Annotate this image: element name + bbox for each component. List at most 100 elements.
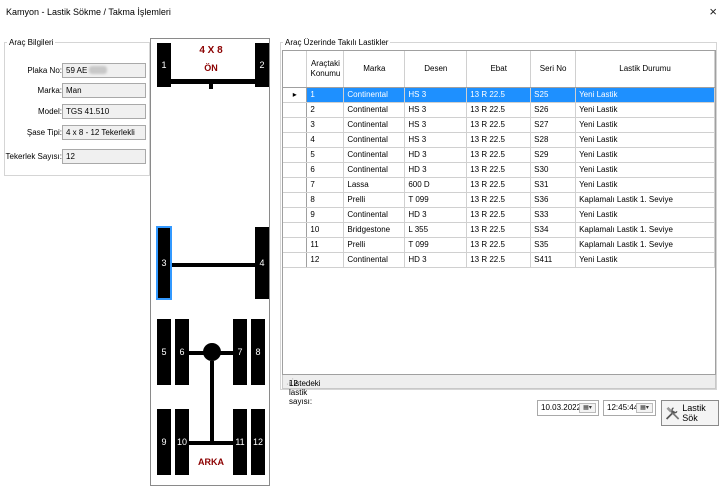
tire-5[interactable]: 5 — [157, 319, 171, 385]
table-cell[interactable]: 11 — [306, 237, 345, 253]
row-header[interactable] — [283, 252, 308, 268]
table-cell[interactable]: Yeni Lastik — [575, 162, 715, 178]
table-cell[interactable]: 2 — [306, 102, 345, 118]
table-cell[interactable]: Continental — [343, 252, 406, 268]
table-cell[interactable]: Yeni Lastik — [575, 252, 715, 268]
table-cell[interactable]: 1 — [306, 87, 345, 103]
table-cell[interactable]: Continental — [343, 132, 406, 148]
table-cell[interactable]: Continental — [343, 87, 406, 103]
info-value-field[interactable]: TGS 41.510 — [62, 104, 146, 119]
table-cell[interactable]: Continental — [343, 117, 406, 133]
table-cell[interactable]: 13 R 22.5 — [466, 132, 532, 148]
time-picker[interactable]: 12:45:44 ▦▾ — [603, 400, 656, 416]
column-header[interactable]: Marka — [343, 51, 406, 88]
row-header[interactable] — [283, 222, 308, 238]
table-cell[interactable]: S34 — [530, 222, 577, 238]
row-header[interactable] — [283, 192, 308, 208]
row-header[interactable] — [283, 132, 308, 148]
table-cell[interactable]: HD 3 — [404, 162, 468, 178]
table-cell[interactable]: S29 — [530, 147, 577, 163]
table-cell[interactable]: Prelli — [343, 192, 406, 208]
table-cell[interactable]: HS 3 — [404, 87, 468, 103]
info-value-field[interactable]: 59 AE — [62, 63, 146, 78]
row-header[interactable] — [283, 237, 308, 253]
table-cell[interactable]: Yeni Lastik — [575, 177, 715, 193]
column-header[interactable]: Ebat — [466, 51, 532, 88]
table-cell[interactable]: HD 3 — [404, 207, 468, 223]
table-row[interactable]: 5 Continental HD 3 13 R 22.5 S29 Yeni Lastik — [283, 147, 715, 163]
table-cell[interactable]: 13 R 22.5 — [466, 162, 532, 178]
info-value-field[interactable]: 12 — [62, 149, 146, 164]
table-cell[interactable]: 8 — [306, 192, 345, 208]
table-cell[interactable]: 13 R 22.5 — [466, 117, 532, 133]
table-row[interactable]: 9 Continental HD 3 13 R 22.5 S33 Yeni Lastik — [283, 207, 715, 223]
table-cell[interactable]: S30 — [530, 162, 577, 178]
table-cell[interactable]: 13 R 22.5 — [466, 222, 532, 238]
table-cell[interactable]: T 099 — [404, 192, 468, 208]
table-cell[interactable]: 3 — [306, 117, 345, 133]
table-cell[interactable]: 13 R 22.5 — [466, 177, 532, 193]
resize-grip-icon[interactable]: ⋰ — [286, 377, 713, 388]
tire-2[interactable]: 2 — [255, 43, 269, 87]
info-value-field[interactable]: 4 x 8 - 12 Tekerlekli — [62, 125, 146, 140]
table-cell[interactable]: Prelli — [343, 237, 406, 253]
tire-8[interactable]: 8 — [251, 319, 265, 385]
table-cell[interactable]: 12 — [306, 252, 345, 268]
row-header[interactable] — [283, 162, 308, 178]
table-row[interactable]: 8 Prelli T 099 13 R 22.5 S36 Kaplamalı Lastik… — [283, 192, 715, 208]
table-cell[interactable]: 13 R 22.5 — [466, 87, 532, 103]
table-cell[interactable]: S27 — [530, 117, 577, 133]
tire-4[interactable]: 4 — [255, 227, 269, 299]
table-cell[interactable]: Yeni Lastik — [575, 102, 715, 118]
table-cell[interactable]: S411 — [530, 252, 577, 268]
column-header[interactable]: Desen — [404, 51, 468, 88]
table-row[interactable]: 4 Continental HS 3 13 R 22.5 S28 Yeni Lastik — [283, 132, 715, 148]
table-cell[interactable]: S36 — [530, 192, 577, 208]
tire-7[interactable]: 7 — [233, 319, 247, 385]
table-row[interactable]: 12 Continental HD 3 13 R 22.5 S411 Yeni Lasti… — [283, 252, 715, 268]
table-cell[interactable]: S28 — [530, 132, 577, 148]
column-header[interactable]: Lastik Durumu — [575, 51, 715, 88]
table-cell[interactable]: 4 — [306, 132, 345, 148]
table-cell[interactable]: 13 R 22.5 — [466, 237, 532, 253]
table-cell[interactable]: Yeni Lastik — [575, 117, 715, 133]
table-cell[interactable]: L 355 — [404, 222, 468, 238]
table-row[interactable]: 10 Bridgestone L 355 13 R 22.5 S34 Kaplamalı … — [283, 222, 715, 238]
table-cell[interactable]: 13 R 22.5 — [466, 192, 532, 208]
table-cell[interactable]: T 099 — [404, 237, 468, 253]
table-cell[interactable]: Continental — [343, 147, 406, 163]
table-cell[interactable]: Continental — [343, 102, 406, 118]
calendar-dropdown-icon[interactable]: ▦▾ — [579, 403, 596, 413]
table-cell[interactable]: 13 R 22.5 — [466, 102, 532, 118]
column-header[interactable]: Araçtaki Konumu — [306, 51, 345, 88]
table-row[interactable]: 6 Continental HD 3 13 R 22.5 S30 Yeni Lastik — [283, 162, 715, 178]
table-cell[interactable]: S31 — [530, 177, 577, 193]
table-cell[interactable]: 7 — [306, 177, 345, 193]
table-cell[interactable]: HS 3 — [404, 102, 468, 118]
table-cell[interactable]: HD 3 — [404, 147, 468, 163]
tire-6[interactable]: 6 — [175, 319, 189, 385]
table-row[interactable]: ▸ 1 Continental HS 3 13 R 22.5 S25 Yeni Lastik — [283, 87, 715, 103]
table-cell[interactable]: HD 3 — [404, 252, 468, 268]
table-row[interactable]: 7 Lassa 600 D 13 R 22.5 S31 Yeni Lastik — [283, 177, 715, 193]
row-header[interactable] — [283, 117, 308, 133]
table-cell[interactable]: Kaplamalı Lastik 1. Seviye — [575, 222, 715, 238]
time-dropdown-icon[interactable]: ▦▾ — [636, 403, 653, 413]
table-cell[interactable]: Yeni Lastik — [575, 87, 715, 103]
table-cell[interactable]: 13 R 22.5 — [466, 207, 532, 223]
table-cell[interactable]: Yeni Lastik — [575, 207, 715, 223]
table-cell[interactable]: S35 — [530, 237, 577, 253]
table-row[interactable]: 11 Prelli T 099 13 R 22.5 S35 Kaplamalı Lasti… — [283, 237, 715, 253]
tire-1[interactable]: 1 — [157, 43, 171, 87]
table-cell[interactable]: Yeni Lastik — [575, 147, 715, 163]
table-cell[interactable]: Bridgestone — [343, 222, 406, 238]
table-cell[interactable]: Kaplamalı Lastik 1. Seviye — [575, 237, 715, 253]
table-cell[interactable]: S25 — [530, 87, 577, 103]
table-cell[interactable]: Continental — [343, 207, 406, 223]
table-cell[interactable]: 600 D — [404, 177, 468, 193]
table-cell[interactable]: 13 R 22.5 — [466, 147, 532, 163]
date-picker[interactable]: 10.03.2022 ▦▾ — [537, 400, 599, 416]
info-value-field[interactable]: Man — [62, 83, 146, 98]
table-cell[interactable]: Continental — [343, 162, 406, 178]
table-cell[interactable]: HS 3 — [404, 132, 468, 148]
